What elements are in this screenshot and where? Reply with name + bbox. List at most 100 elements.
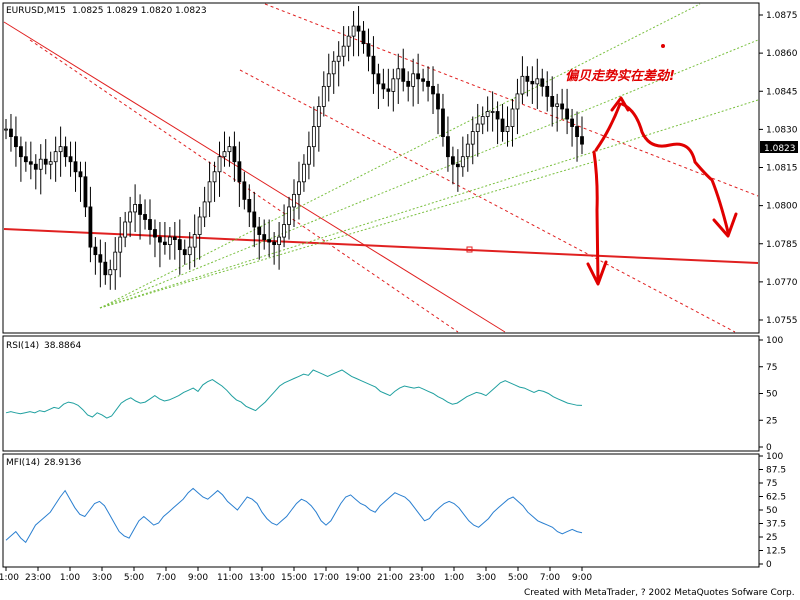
candle-body bbox=[480, 116, 485, 125]
candle-body bbox=[158, 236, 162, 243]
x-tick-label: 7:00 bbox=[156, 573, 176, 583]
candle-body bbox=[426, 80, 430, 87]
x-tick-label: 11:00 bbox=[217, 573, 243, 583]
y-tick-label: 50 bbox=[766, 506, 778, 516]
candle-body bbox=[88, 206, 93, 248]
candle-body bbox=[277, 236, 282, 246]
candle-body bbox=[510, 108, 515, 127]
x-tick-label: 15:00 bbox=[281, 573, 307, 583]
candle-body bbox=[495, 111, 500, 120]
candle-body bbox=[441, 108, 445, 138]
x-tick-label: 21:00 bbox=[0, 573, 19, 583]
candle-body bbox=[257, 226, 262, 235]
candle-body bbox=[431, 85, 435, 95]
candle-body bbox=[83, 176, 88, 208]
candle-body bbox=[192, 234, 197, 248]
y-tick-label: 50 bbox=[766, 390, 778, 400]
candle-body bbox=[98, 254, 103, 263]
y-tick-label: 1.0845 bbox=[766, 87, 798, 97]
candle-body bbox=[247, 198, 252, 213]
candle-body bbox=[113, 251, 118, 271]
candle-body bbox=[386, 88, 391, 92]
y-tick-label: 62.5 bbox=[766, 493, 786, 503]
candle-body bbox=[381, 83, 386, 90]
candle-body bbox=[520, 75, 525, 95]
candle-body bbox=[9, 128, 13, 138]
candle-body bbox=[33, 163, 38, 170]
candle-body bbox=[455, 163, 460, 168]
candle-body bbox=[421, 78, 426, 82]
x-tick-label: 21:00 bbox=[377, 573, 403, 583]
candle-body bbox=[346, 35, 351, 47]
candle-body bbox=[302, 163, 306, 183]
candle-body bbox=[446, 136, 450, 158]
candle-body bbox=[475, 123, 480, 132]
candle-body bbox=[336, 55, 341, 62]
mfi-header-value: 28.9136 bbox=[44, 458, 81, 468]
candle-body bbox=[242, 181, 247, 200]
chart-annotation: 偏贝走势实在差劲! bbox=[565, 68, 675, 84]
x-tick-label: 5:00 bbox=[508, 573, 528, 583]
candle-body bbox=[43, 158, 48, 165]
candle-body bbox=[197, 216, 202, 235]
candle-body bbox=[560, 103, 565, 110]
y-tick-label: 12.5 bbox=[766, 547, 786, 557]
ohlc-header: 1.0825 1.0829 1.0820 1.0823 bbox=[72, 6, 207, 16]
annotation-dot bbox=[661, 44, 665, 48]
candle-body bbox=[316, 106, 321, 127]
candle-body bbox=[272, 241, 277, 246]
candle-body bbox=[326, 73, 331, 87]
candle-body bbox=[416, 73, 421, 80]
candle-body bbox=[78, 171, 83, 178]
candle-body bbox=[207, 181, 212, 203]
y-tick-label: 1.0860 bbox=[766, 49, 798, 59]
candle-body bbox=[401, 68, 406, 82]
current-price-label: 1.0823 bbox=[764, 144, 796, 154]
candle-body bbox=[202, 201, 207, 218]
candle-body bbox=[376, 73, 381, 85]
candle-body bbox=[267, 239, 272, 243]
x-tick-label: 23:00 bbox=[409, 573, 435, 583]
candle-body bbox=[148, 219, 152, 230]
candle-body bbox=[58, 146, 63, 153]
candle-body bbox=[18, 146, 23, 158]
candle-body bbox=[331, 60, 336, 75]
candle-body bbox=[515, 93, 520, 110]
y-tick-label: 1.0800 bbox=[766, 202, 798, 212]
candle-body bbox=[28, 161, 33, 165]
candle-body bbox=[292, 193, 296, 208]
candle-body bbox=[232, 146, 237, 163]
candle-body bbox=[282, 224, 286, 238]
candle-body bbox=[460, 156, 465, 168]
mfi-panel bbox=[2, 453, 760, 568]
candle-body bbox=[485, 111, 490, 117]
candle-body bbox=[371, 55, 376, 75]
candle-body bbox=[48, 161, 53, 165]
rsi-panel bbox=[2, 335, 760, 452]
candle-body bbox=[391, 78, 396, 92]
candle-body bbox=[167, 236, 172, 246]
main-panel bbox=[2, 2, 760, 334]
candle-body bbox=[63, 146, 68, 158]
candle-body bbox=[93, 246, 98, 256]
candle-body bbox=[222, 151, 227, 158]
candle-body bbox=[73, 161, 78, 173]
x-tick-label: 9:00 bbox=[188, 573, 208, 583]
candle-body bbox=[530, 80, 535, 85]
candle-body bbox=[153, 229, 157, 238]
candle-body bbox=[540, 78, 545, 87]
candle-body bbox=[555, 103, 560, 107]
candle-body bbox=[68, 156, 73, 163]
x-tick-label: 3:00 bbox=[476, 573, 496, 583]
candle-body bbox=[23, 156, 28, 163]
y-tick-label: 1.0785 bbox=[766, 240, 798, 250]
mfi-header-name: MFI(14) bbox=[6, 458, 40, 468]
candle-body bbox=[287, 206, 291, 225]
candle-body bbox=[217, 156, 222, 173]
candle-body bbox=[470, 131, 475, 145]
candle-body bbox=[262, 234, 267, 240]
candle-body bbox=[341, 45, 346, 57]
y-tick-label: 1.0830 bbox=[766, 125, 798, 135]
candle-body bbox=[123, 221, 128, 238]
candle-body bbox=[162, 241, 167, 246]
